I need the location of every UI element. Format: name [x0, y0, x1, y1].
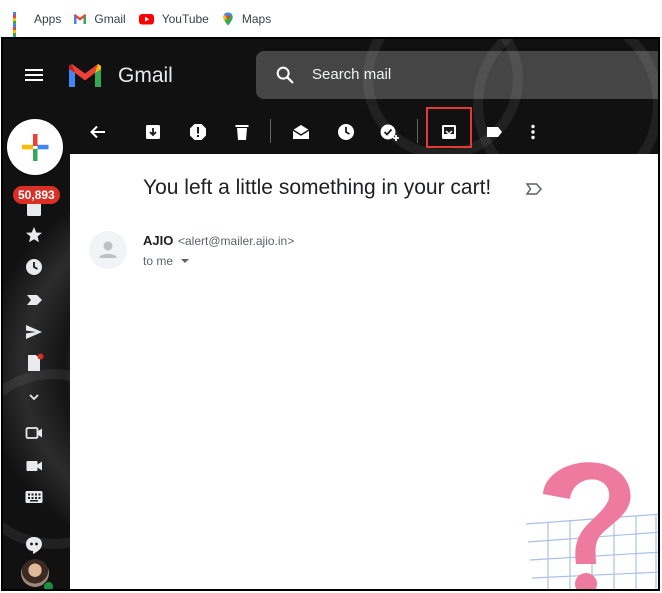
- online-status-indicator: [43, 581, 54, 589]
- unread-count-badge: 50,893: [13, 186, 60, 204]
- label-icon[interactable]: [24, 290, 44, 310]
- recipient-details-caret[interactable]: [181, 259, 189, 263]
- back-arrow-icon[interactable]: [88, 122, 108, 142]
- mark-unread-icon[interactable]: [291, 122, 311, 142]
- chat-icon[interactable]: [24, 535, 44, 555]
- bookmark-label: Gmail: [94, 11, 126, 26]
- report-spam-icon[interactable]: [188, 122, 208, 142]
- search-icon[interactable]: [274, 64, 296, 86]
- bookmark-apps[interactable]: Apps: [13, 11, 62, 39]
- bookmark-label: Apps: [34, 11, 62, 26]
- label-icon[interactable]: [484, 122, 504, 142]
- expand-more-icon[interactable]: [24, 387, 44, 407]
- add-task-icon[interactable]: [379, 122, 399, 142]
- move-to-highlight: [426, 107, 472, 148]
- email-subject: You left a little something in your cart…: [143, 176, 492, 199]
- archive-icon[interactable]: [143, 122, 163, 142]
- youtube-icon: [138, 13, 154, 24]
- meet-icon[interactable]: [24, 456, 44, 476]
- question-mark-illustration: [525, 462, 658, 589]
- bookmark-youtube[interactable]: YouTube: [138, 12, 209, 26]
- maps-icon: [223, 12, 233, 25]
- send-icon[interactable]: [24, 322, 44, 342]
- clock-icon[interactable]: [24, 257, 44, 277]
- person-icon: [99, 241, 117, 258]
- video-icon[interactable]: [24, 423, 44, 443]
- more-vert-icon[interactable]: [523, 122, 543, 142]
- bookmark-label: YouTube: [161, 11, 209, 26]
- compose-plus-icon: [22, 134, 49, 161]
- gmail-icon: [74, 13, 87, 24]
- gmail-brand: Gmail: [118, 64, 173, 87]
- star-icon[interactable]: [24, 225, 44, 245]
- search-bar[interactable]: Search mail: [256, 51, 658, 99]
- bookmark-maps[interactable]: Maps: [221, 12, 271, 26]
- gmail-logo-icon[interactable]: [67, 62, 103, 89]
- apps-grid-icon: [13, 11, 27, 39]
- bookmark-label: Maps: [241, 11, 272, 26]
- keyboard-icon[interactable]: [24, 487, 44, 507]
- search-input[interactable]: Search mail: [312, 66, 391, 83]
- sender-avatar[interactable]: [89, 231, 127, 269]
- snooze-icon[interactable]: [336, 122, 356, 142]
- recipient-label[interactable]: to me: [143, 254, 173, 268]
- draft-icon[interactable]: [24, 353, 44, 373]
- delete-icon[interactable]: [232, 122, 252, 142]
- email-view: You left a little something in your cart…: [70, 154, 658, 589]
- toolbar-divider: [270, 119, 271, 143]
- gmail-window: Gmail Search mail 50,893 You left a litt…: [1, 37, 660, 591]
- compose-button[interactable]: [7, 119, 63, 175]
- bookmarks-bar: Apps Gmail YouTube Maps: [0, 0, 662, 39]
- bookmark-gmail[interactable]: Gmail: [73, 11, 126, 26]
- toolbar-divider: [417, 119, 418, 143]
- important-marker-icon[interactable]: [525, 182, 543, 196]
- sender-email: <alert@mailer.ajio.in>: [178, 234, 295, 248]
- main-menu-button[interactable]: [25, 69, 43, 81]
- sender-name: AJIO: [143, 233, 174, 248]
